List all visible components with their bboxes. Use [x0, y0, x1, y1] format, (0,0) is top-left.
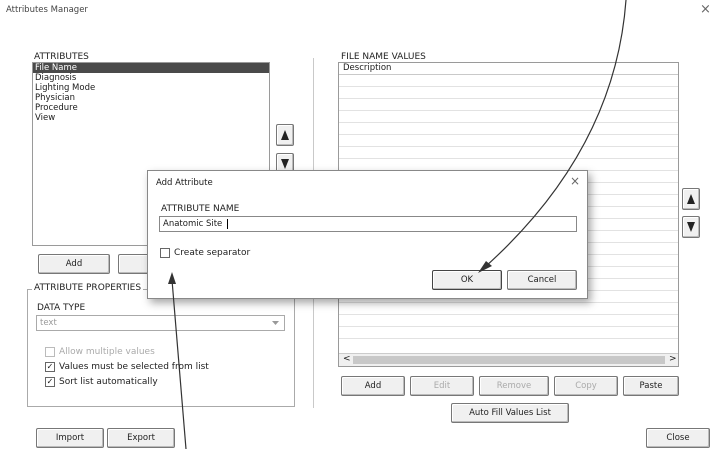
arrow-to-ok-button — [484, 0, 627, 268]
arrow-to-create-separator — [171, 279, 187, 449]
arrow-head-separator-icon — [168, 272, 176, 284]
annotation-arrows — [168, 0, 627, 449]
